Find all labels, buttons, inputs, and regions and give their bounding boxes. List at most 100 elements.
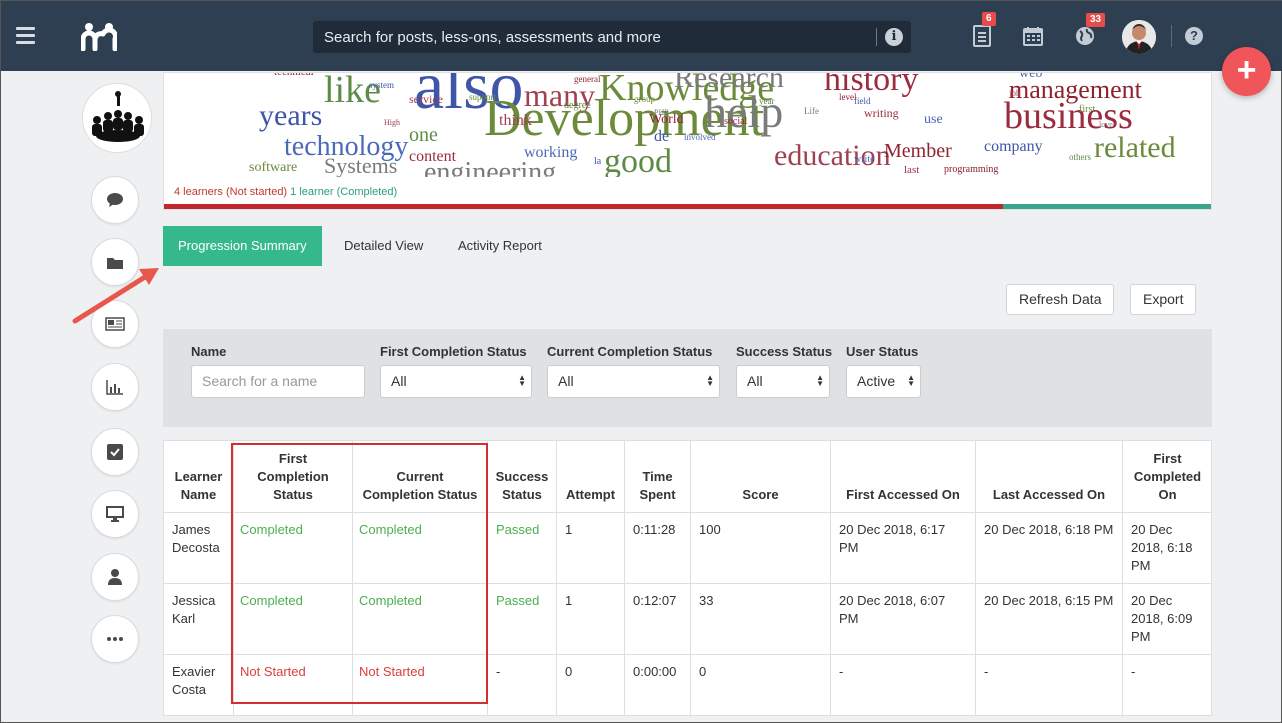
table-cell: 20 Dec 2018, 6:07 PM	[831, 584, 976, 654]
table-cell: 33	[691, 584, 831, 654]
export-button[interactable]: Export	[1130, 284, 1197, 315]
course-thumbnail[interactable]	[82, 83, 152, 153]
user-status-label: User Status	[846, 344, 919, 359]
monitor-icon	[106, 506, 124, 522]
table-row: Jessica Karl Completed Completed Passed 1 0:1…	[164, 584, 1211, 655]
current-completion-select[interactable]: All ▲ ▼	[547, 365, 720, 398]
table-header-row: Learner Name First Completion Status Curre…	[164, 441, 1211, 513]
user-status-select[interactable]: Active ▲ ▼	[846, 365, 921, 398]
table-cell: 1	[557, 584, 625, 654]
tab-detailed-view[interactable]: Detailed View	[329, 226, 438, 266]
word-cloud-word: system	[369, 80, 395, 90]
menu-icon[interactable]	[16, 27, 35, 48]
refresh-data-button[interactable]: Refresh Data	[1006, 284, 1115, 315]
sidebar-users-button[interactable]	[91, 553, 139, 601]
column-header[interactable]: First Accessed On	[831, 441, 976, 512]
sidebar-reports-button[interactable]	[91, 363, 139, 411]
checkbox-icon	[107, 444, 123, 460]
word-cloud-word: job	[1009, 88, 1021, 98]
not-started-count: 4 learners (Not started)	[174, 186, 288, 198]
table-cell: Completed	[353, 513, 488, 583]
word-cloud-word: involved	[684, 132, 716, 142]
create-button[interactable]: +	[1222, 47, 1271, 96]
search-divider	[876, 28, 877, 46]
learner-progress-table: Learner Name First Completion Status Curre…	[163, 440, 1212, 716]
completed-bar	[1003, 204, 1211, 209]
help-icon[interactable]: ?	[1185, 27, 1203, 45]
word-cloud-word: writing	[864, 106, 899, 120]
word-cloud-word: software	[249, 160, 298, 175]
table-cell: 0:00:00	[625, 655, 691, 715]
word-cloud-word: level	[839, 92, 857, 102]
search-input[interactable]: Search for posts, less-ons, assessments …	[324, 29, 661, 46]
sidebar-more-button[interactable]	[91, 615, 139, 663]
success-status-value: All	[747, 373, 763, 389]
word-cloud-word: general	[574, 74, 601, 84]
select-caret-icon: ▲ ▼	[907, 373, 915, 388]
word-cloud-word: use	[924, 112, 943, 127]
topbar-separator	[1171, 25, 1172, 47]
table-cell: Completed	[353, 584, 488, 654]
column-header[interactable]: Time Spent	[625, 441, 691, 512]
globe-badge: 33	[1086, 13, 1106, 27]
word-cloud-image: technicalalsoKnowledgeResearchhistoryweb…	[164, 73, 1211, 178]
column-header[interactable]: First Completion Status	[234, 441, 353, 512]
column-header[interactable]: Score	[691, 441, 831, 512]
first-completion-label: First Completion Status	[380, 344, 527, 359]
table-cell: -	[976, 655, 1123, 715]
column-header[interactable]: Success Status	[488, 441, 557, 512]
table-cell: -	[831, 655, 976, 715]
word-cloud-word: technical	[274, 73, 314, 78]
table-cell: Not Started	[353, 655, 488, 715]
table-cell: James Decosta	[164, 513, 234, 583]
sidebar-tasks-button[interactable]	[91, 428, 139, 476]
word-cloud-word: group	[634, 94, 655, 104]
table-cell: -	[1131, 664, 1136, 679]
not-started-bar	[164, 204, 1004, 209]
documents-icon[interactable]	[973, 25, 991, 47]
word-cloud-word: degree	[564, 100, 591, 111]
global-search-bar[interactable]: Search for posts, less-ons, assessments …	[313, 21, 911, 53]
table-cell: Exavier Costa	[164, 655, 234, 715]
sidebar-presentation-button[interactable]	[91, 490, 139, 538]
completed-count: 1 learner (Completed)	[290, 186, 398, 198]
first-completion-value: All	[391, 373, 407, 389]
tab-activity-report[interactable]: Activity Report	[443, 226, 557, 266]
name-search-input[interactable]: Search for a name	[191, 365, 365, 398]
column-header[interactable]: Current Completion Status	[353, 441, 488, 512]
first-completion-select[interactable]: All ▲ ▼	[380, 365, 532, 398]
table-cell: Completed	[234, 513, 353, 583]
annotation-arrow	[72, 268, 159, 324]
table-row: Exavier Costa Not Started Not Started -0 0:0…	[164, 655, 1211, 715]
word-cloud-word: write	[854, 154, 875, 165]
column-header[interactable]: Attempt	[557, 441, 625, 512]
app-logo[interactable]	[81, 21, 117, 51]
tab-progression-summary[interactable]: Progression Summary	[163, 226, 322, 266]
word-cloud-word: others	[1069, 152, 1091, 162]
column-header[interactable]: First Completed On	[1123, 441, 1212, 512]
word-cloud-word: service	[409, 92, 443, 106]
name-filter-label: Name	[191, 344, 227, 359]
column-header[interactable]: Last Accessed On	[976, 441, 1123, 512]
comment-icon	[107, 193, 123, 207]
user-avatar[interactable]	[1122, 20, 1156, 54]
table-cell: -	[488, 655, 557, 715]
word-cloud-word: PHP	[654, 108, 669, 117]
sidebar-discussion-button[interactable]	[91, 176, 139, 224]
table-cell: 20 Dec 2018, 6:09 PM	[1131, 593, 1193, 644]
table-cell: Jessica Karl	[164, 584, 234, 654]
success-status-select[interactable]: All ▲ ▼	[736, 365, 830, 398]
word-cloud-word: good	[604, 143, 672, 178]
success-status-label: Success Status	[736, 344, 833, 359]
calendar-icon[interactable]	[1023, 26, 1043, 46]
table-cell: 0:12:07	[625, 584, 691, 654]
info-icon[interactable]: i	[885, 28, 903, 46]
word-cloud-word: year	[759, 96, 775, 106]
select-caret-icon: ▲ ▼	[706, 373, 714, 388]
word-cloud-word: like	[324, 73, 381, 111]
column-header[interactable]: Learner Name	[164, 441, 234, 512]
word-cloud-word: la	[594, 156, 602, 167]
table-cell: 100	[691, 513, 831, 583]
globe-icon[interactable]	[1075, 26, 1095, 46]
table-cell: 20 Dec 2018, 6:17 PM	[831, 513, 976, 583]
